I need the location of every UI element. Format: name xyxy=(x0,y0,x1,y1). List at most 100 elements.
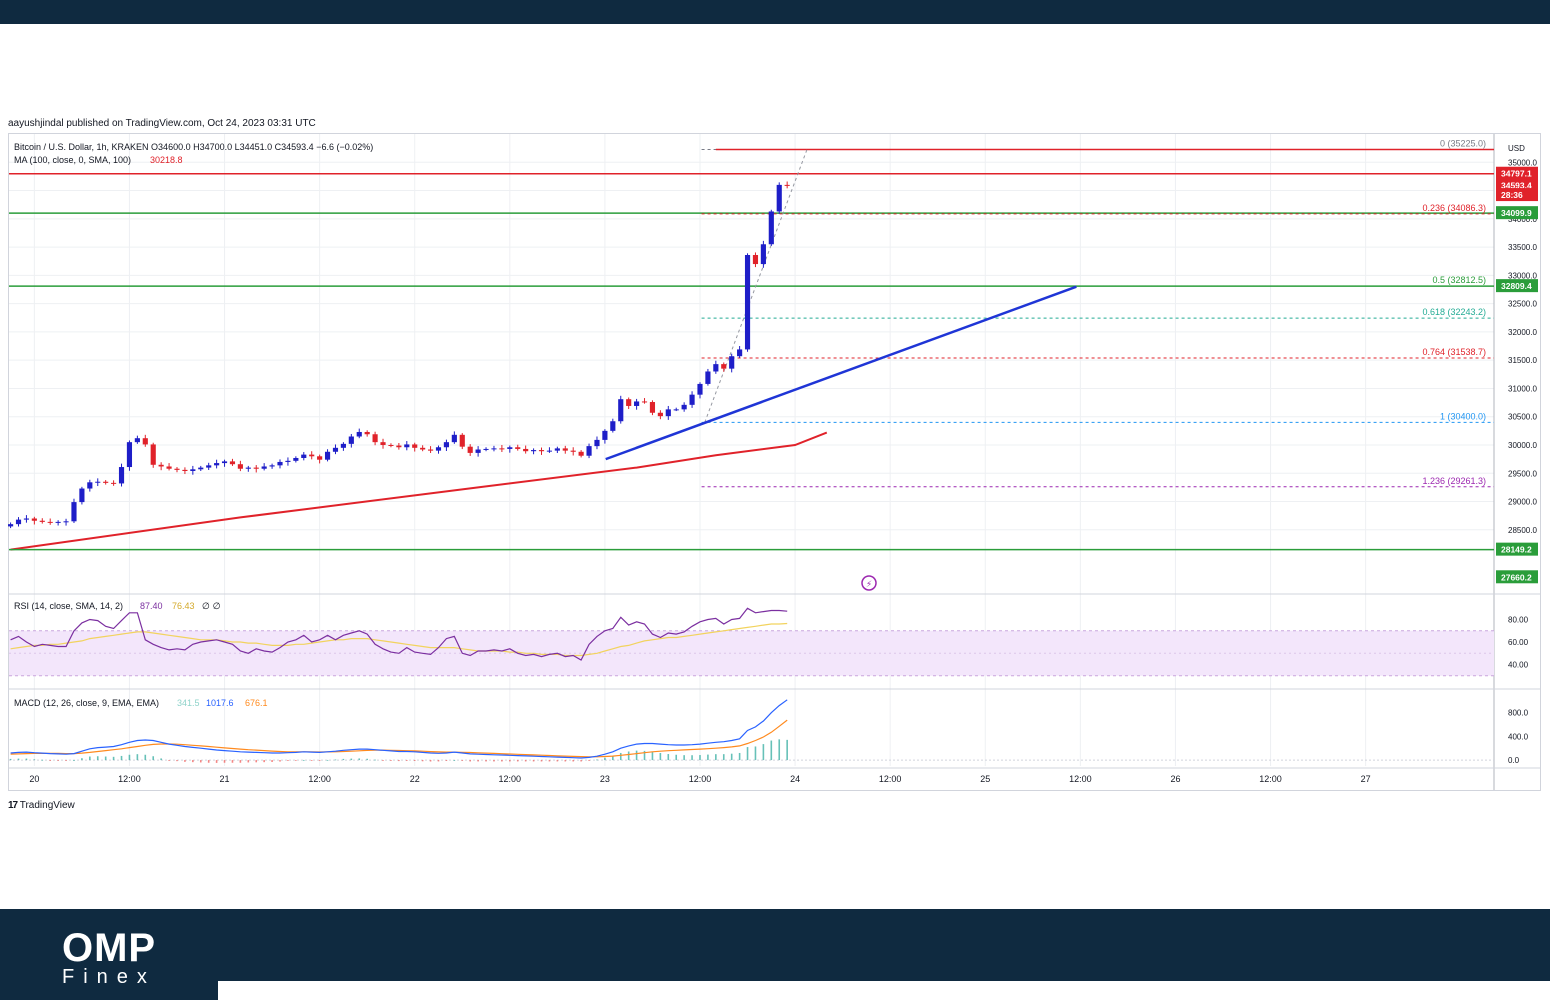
x-tick-label: 12:00 xyxy=(308,774,331,784)
candle-body xyxy=(158,464,164,467)
macd-legend-label: MACD (12, 26, close, 9, EMA, EMA) xyxy=(14,698,159,708)
candle-body xyxy=(443,442,449,448)
candle-body xyxy=(562,448,568,451)
macd-histogram-bar xyxy=(279,760,281,762)
macd-histogram-bar xyxy=(730,753,733,761)
y-tick-label: 30500.0 xyxy=(1508,413,1537,422)
candle-body xyxy=(31,518,37,521)
macd-histogram-bar xyxy=(762,744,765,761)
candle-body xyxy=(531,450,537,452)
macd-histogram-bar xyxy=(17,758,20,761)
candle-body xyxy=(95,481,101,483)
macd-histogram-bar xyxy=(548,760,551,762)
candle-body xyxy=(356,431,362,437)
macd-histogram-bar xyxy=(342,758,345,761)
macd-histogram-bar xyxy=(49,760,52,761)
macd-histogram-bar xyxy=(707,754,709,761)
candle-body xyxy=(23,518,30,520)
macd-histogram-bar xyxy=(485,760,487,762)
candle-body xyxy=(214,463,220,466)
macd-histogram-bar xyxy=(651,751,654,761)
candle-body xyxy=(752,255,759,265)
tradingview-logo-icon: 17 xyxy=(8,800,18,811)
candle-body xyxy=(103,481,109,483)
macd-histogram-bar xyxy=(722,754,725,761)
macd-histogram-bar xyxy=(596,759,598,761)
candle-body xyxy=(190,469,196,471)
x-tick-label: 21 xyxy=(220,774,230,784)
candle-body xyxy=(523,448,529,452)
x-tick-label: 12:00 xyxy=(1259,774,1282,784)
candle-body xyxy=(118,467,125,484)
candle-body xyxy=(427,449,434,451)
macd-histogram-bar xyxy=(532,760,535,762)
macd-histogram-bar xyxy=(89,756,91,761)
macd-histogram-bar xyxy=(199,760,202,763)
candle-body xyxy=(737,349,743,357)
macd-histogram-bar xyxy=(604,757,606,761)
macd-histogram-bar xyxy=(564,760,567,762)
macd-histogram-bar xyxy=(271,760,273,762)
macd-histogram-bar xyxy=(120,755,123,761)
candle-body xyxy=(721,364,727,369)
candle-body xyxy=(269,465,275,467)
macd-histogram-bar xyxy=(160,758,162,761)
macd-histogram-bar xyxy=(691,755,693,761)
macd-histogram-bar xyxy=(699,755,701,761)
y-tick-label: 35000.0 xyxy=(1508,158,1537,167)
macd-histogram-bar xyxy=(453,760,456,761)
fib-level-label: 0.5 (32812.5) xyxy=(1432,275,1486,285)
x-tick-label: 20 xyxy=(29,774,39,784)
rsi-legend-value: 87.40 xyxy=(140,601,163,611)
currency-label: USD xyxy=(1508,144,1525,153)
macd-histogram-bar xyxy=(667,754,670,761)
candle-body xyxy=(570,450,576,452)
y-tick-label: 29000.0 xyxy=(1508,498,1537,507)
candle-body xyxy=(729,356,735,369)
candle-body xyxy=(483,448,489,450)
candle-body xyxy=(554,448,560,451)
candle-body xyxy=(467,446,473,453)
macd-histogram-bar xyxy=(715,754,717,761)
candle-body xyxy=(47,521,53,523)
candle-body xyxy=(332,447,339,452)
candle-body xyxy=(237,464,243,469)
macd-histogram-bar xyxy=(509,760,511,762)
candle-body xyxy=(713,364,719,372)
candle-body xyxy=(253,467,259,469)
macd-histogram-bar xyxy=(437,760,440,762)
macd-tick-label: 400.0 xyxy=(1508,732,1529,741)
macd-histogram-bar xyxy=(738,752,741,761)
macd-histogram-bar xyxy=(754,746,757,761)
candle-body xyxy=(515,447,521,449)
macd-histogram-bar xyxy=(41,759,44,761)
candle-body xyxy=(63,521,69,523)
macd-histogram-bar xyxy=(659,752,662,761)
candle-body xyxy=(317,456,323,460)
y-tick-label: 28500.0 xyxy=(1508,526,1537,535)
candle-body xyxy=(499,448,505,450)
macd-histogram-bar xyxy=(493,760,495,762)
macd-histogram-bar xyxy=(318,760,321,761)
symbol-legend: Bitcoin / U.S. Dollar, 1h, KRAKEN O34600… xyxy=(14,142,373,152)
macd-legend-line: 1017.6 xyxy=(206,698,234,708)
macd-histogram-bar xyxy=(382,760,384,761)
y-tick-label: 31500.0 xyxy=(1508,356,1537,365)
tradingview-chart[interactable]: 20 12:00 21 12:00 22 12:00 23 12:00 24 12:00 25 12:… xyxy=(0,0,1550,1000)
macd-histogram-bar xyxy=(429,760,432,762)
candle-body xyxy=(364,431,370,435)
macd-histogram-bar xyxy=(524,760,527,762)
macd-histogram-bar xyxy=(255,760,258,763)
candle-body xyxy=(166,466,172,469)
candle-body xyxy=(673,409,679,411)
macd-histogram-bar xyxy=(572,760,575,762)
macd-histogram-bar xyxy=(469,760,471,762)
candle-body xyxy=(420,447,426,450)
candle-body xyxy=(285,460,291,462)
x-tick-label: 12:00 xyxy=(1069,774,1092,784)
footer-white-strip xyxy=(218,981,1550,1000)
candle-body xyxy=(198,467,204,470)
x-tick-label: 12:00 xyxy=(689,774,712,784)
fib-level-label: 0.764 (31538.7) xyxy=(1422,347,1486,357)
ma-legend-value: 30218.8 xyxy=(150,155,183,165)
